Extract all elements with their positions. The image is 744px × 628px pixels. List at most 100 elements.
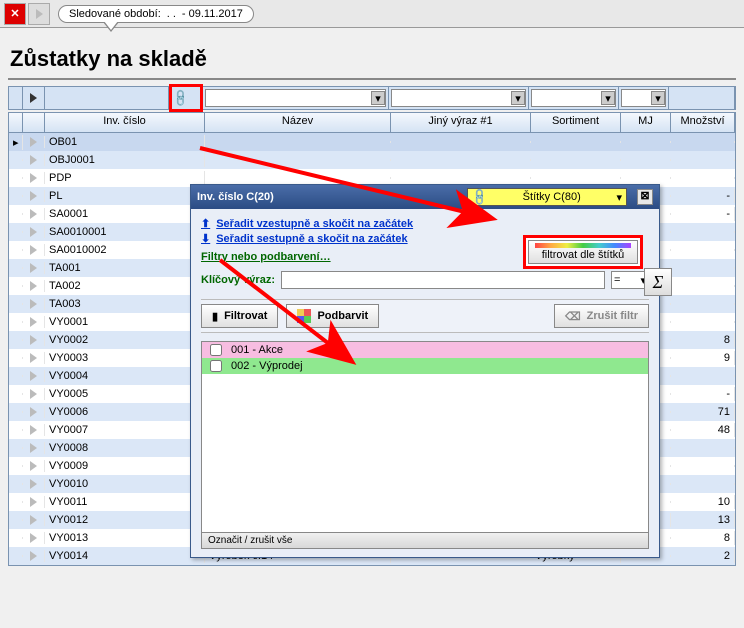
row-selector[interactable] (9, 519, 23, 521)
sort-ascending-link[interactable]: ⬆ Seřadit vzestupně a skočit na začátek (201, 217, 649, 230)
col-mnozstvi[interactable]: Množství (671, 113, 735, 132)
row-marker[interactable] (23, 352, 45, 364)
cell-mnozstvi (671, 141, 735, 143)
cell-mnozstvi (671, 375, 735, 377)
cell-mj (621, 141, 671, 143)
tag-row[interactable]: 001 - Akce (202, 342, 648, 358)
row-selector[interactable] (9, 267, 23, 269)
row-marker[interactable] (23, 496, 45, 508)
row-marker[interactable] (23, 334, 45, 346)
row-marker[interactable] (23, 388, 45, 400)
row-marker[interactable] (23, 460, 45, 472)
row-selector[interactable] (9, 393, 23, 395)
row-marker[interactable] (23, 262, 45, 274)
table-row[interactable]: OBJ0001 (9, 151, 735, 169)
popup-titlebar[interactable]: Inv. číslo C(20) 🔗 Štítky C(80) ▾ ⊠ (191, 185, 659, 209)
row-selector[interactable] (9, 357, 23, 359)
row-selector[interactable] (9, 159, 23, 161)
row-marker[interactable] (23, 208, 45, 220)
colorize-button[interactable]: Podbarvit (286, 304, 379, 328)
row-selector[interactable] (9, 213, 23, 215)
row-selector[interactable] (9, 303, 23, 305)
row-marker[interactable] (23, 244, 45, 256)
row-marker[interactable] (23, 532, 45, 544)
row-marker[interactable] (23, 478, 45, 490)
row-selector[interactable] (9, 501, 23, 503)
filter-button-label: Filtrovat (224, 310, 267, 322)
row-marker[interactable] (23, 298, 45, 310)
column-filter-popup: Inv. číslo C(20) 🔗 Štítky C(80) ▾ ⊠ ⬆ Se… (190, 184, 660, 558)
cancel-filter-button[interactable]: ⌫ Zrušit filtr (554, 304, 649, 328)
select-all-link[interactable]: Označit / zrušit vše (201, 533, 649, 549)
row-marker[interactable] (23, 316, 45, 328)
row-selector[interactable] (9, 321, 23, 323)
col-mj[interactable]: MJ (621, 113, 671, 132)
period-indicator[interactable]: Sledované období: . . - 09.11.2017 (58, 5, 254, 23)
cell-inv: VY0008 (45, 441, 205, 455)
filter-cell-marker[interactable] (23, 87, 45, 109)
row-selector[interactable] (9, 537, 23, 539)
table-row[interactable]: ▸OB01 (9, 133, 735, 151)
filter-by-tags-button[interactable]: filtrovat dle štítků Σ (523, 235, 643, 269)
row-selector[interactable] (9, 249, 23, 251)
row-marker[interactable] (23, 424, 45, 436)
row-marker[interactable] (23, 280, 45, 292)
row-marker[interactable] (23, 226, 45, 238)
popup-close-icon[interactable]: ⊠ (637, 189, 653, 205)
row-selector[interactable] (9, 375, 23, 377)
filter-button[interactable]: ▮ Filtrovat (201, 304, 278, 328)
cell-mnozstvi: 8 (671, 333, 735, 347)
cell-mnozstvi: 10 (671, 495, 735, 509)
col-selector[interactable] (9, 113, 23, 132)
cell-mnozstvi: - (671, 189, 735, 203)
top-toolbar: ✕ Sledované období: . . - 09.11.2017 (0, 0, 744, 28)
row-selector[interactable]: ▸ (9, 135, 23, 150)
row-marker[interactable] (23, 406, 45, 418)
col-sortiment[interactable]: Sortiment (531, 113, 621, 132)
col-jv1[interactable]: Jiný výraz #1 (391, 113, 531, 132)
key-expression-input[interactable] (281, 271, 605, 289)
row-marker[interactable] (23, 442, 45, 454)
row-selector[interactable] (9, 555, 23, 557)
filter-combo-mn[interactable] (669, 87, 735, 109)
flag-icon[interactable] (28, 3, 50, 25)
filter-cell-sel[interactable] (9, 87, 23, 109)
row-selector[interactable] (9, 285, 23, 287)
filter-combo-mj[interactable]: ▾ (619, 87, 669, 109)
row-selector[interactable] (9, 447, 23, 449)
row-selector[interactable] (9, 231, 23, 233)
row-marker[interactable] (23, 514, 45, 526)
tag-list[interactable]: 001 - Akce 002 - Výprodej (201, 341, 649, 533)
row-selector[interactable] (9, 177, 23, 179)
period-from: . . (167, 8, 176, 20)
tag-row[interactable]: 002 - Výprodej (202, 358, 648, 374)
period-to: - 09.11.2017 (182, 8, 243, 20)
filter-tag-button[interactable]: 🔗 (169, 84, 203, 112)
row-marker[interactable] (23, 136, 45, 148)
chevron-down-icon: ▾ (601, 91, 615, 105)
popup-field-combo[interactable]: 🔗 Štítky C(80) ▾ (467, 188, 627, 206)
row-marker[interactable] (23, 172, 45, 184)
row-selector[interactable] (9, 411, 23, 413)
row-selector[interactable] (9, 465, 23, 467)
row-marker[interactable] (23, 190, 45, 202)
row-selector[interactable] (9, 195, 23, 197)
col-nazev[interactable]: Název (205, 113, 391, 132)
row-selector[interactable] (9, 429, 23, 431)
filter-combo-sort[interactable]: ▾ (529, 87, 619, 109)
filters-or-color-link[interactable]: Filtry nebo podbarvení… (201, 251, 331, 263)
tag-checkbox[interactable] (210, 344, 222, 356)
col-marker[interactable] (23, 113, 45, 132)
row-marker[interactable] (23, 154, 45, 166)
close-icon[interactable]: ✕ (4, 3, 26, 25)
row-selector[interactable] (9, 483, 23, 485)
filter-combo-inv[interactable] (45, 87, 169, 109)
sigma-button[interactable]: Σ (644, 268, 672, 296)
row-marker[interactable] (23, 550, 45, 562)
filter-combo-nazev[interactable]: ▾ (203, 87, 389, 109)
row-selector[interactable] (9, 339, 23, 341)
tag-checkbox[interactable] (210, 360, 222, 372)
filter-combo-jv[interactable]: ▾ (389, 87, 529, 109)
row-marker[interactable] (23, 370, 45, 382)
col-inv[interactable]: Inv. číslo (45, 113, 205, 132)
